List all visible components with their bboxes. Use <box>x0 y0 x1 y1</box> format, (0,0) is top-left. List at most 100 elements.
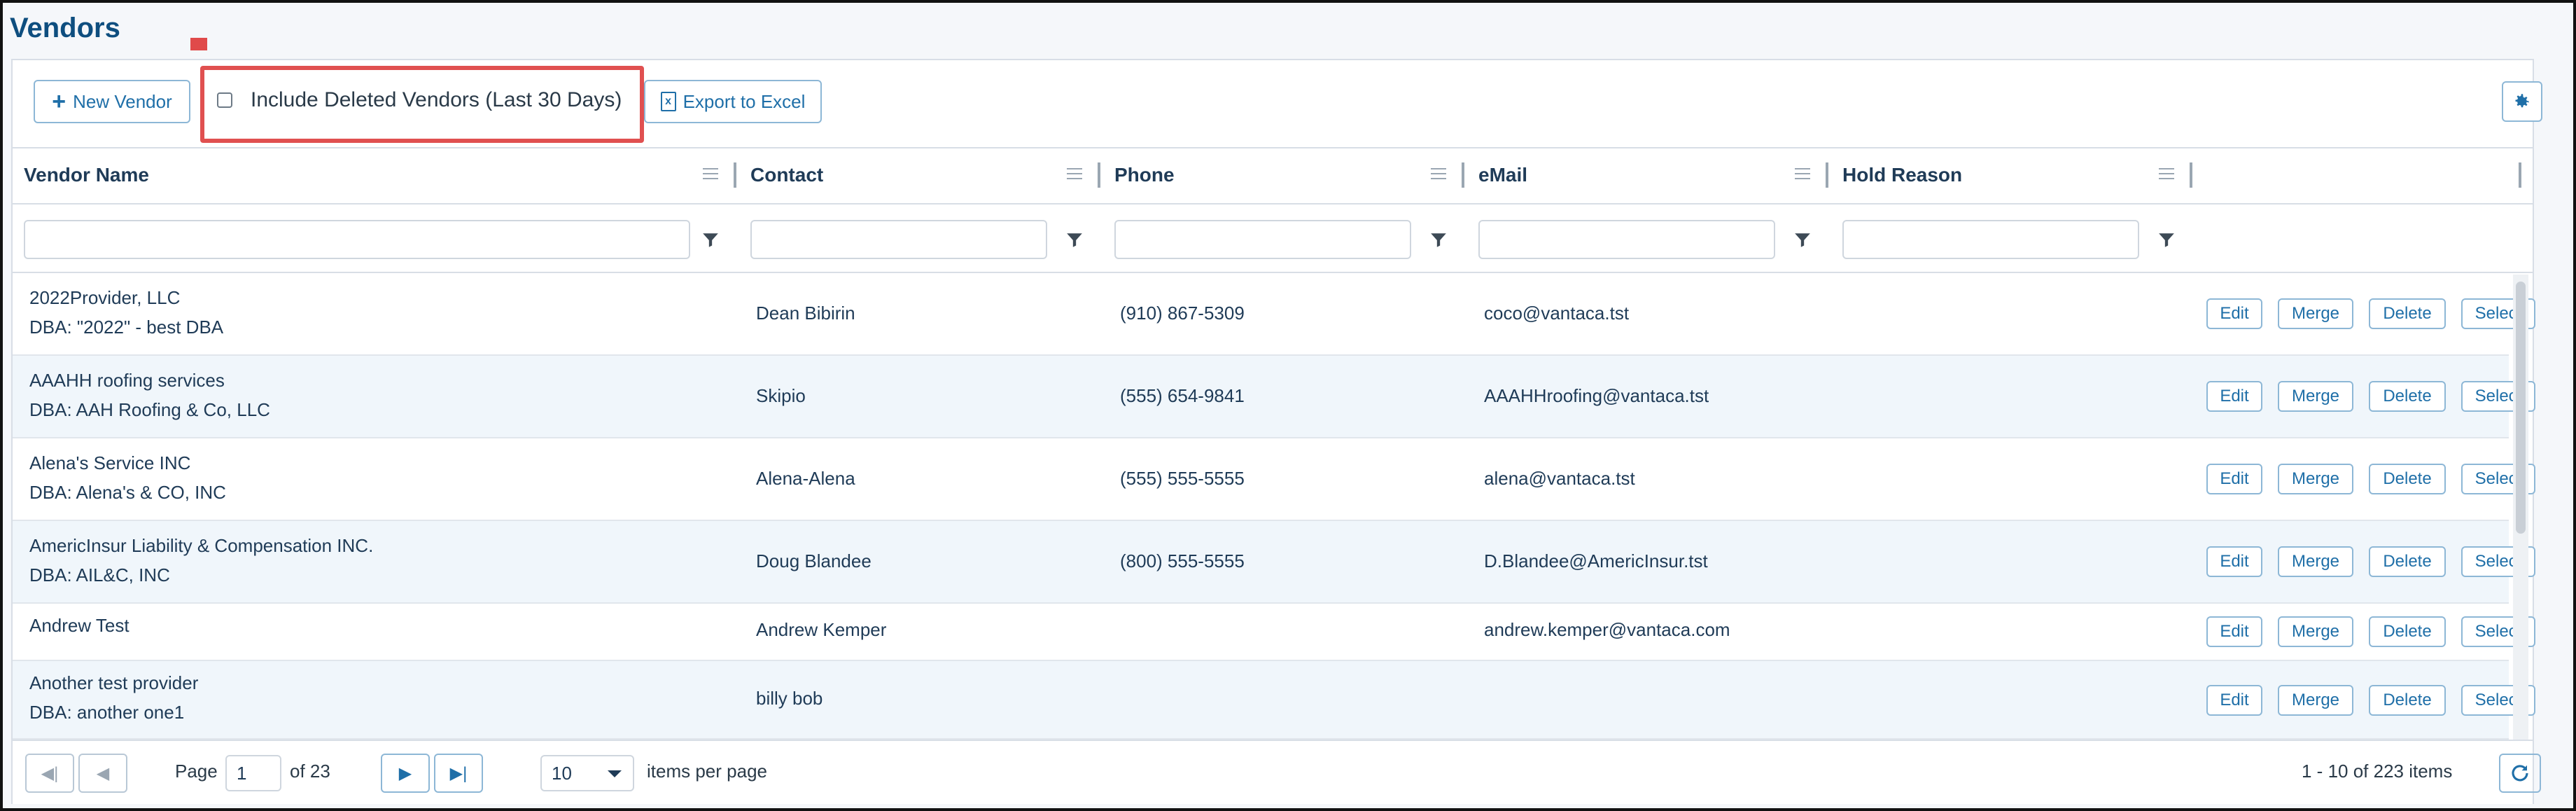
scrollbar-thumb[interactable] <box>2516 282 2526 534</box>
column-separator[interactable] <box>1462 162 1464 188</box>
menu-icon[interactable] <box>703 168 718 183</box>
filter-icon[interactable] <box>2157 231 2176 249</box>
delete-button[interactable]: Delete <box>2369 546 2446 577</box>
include-deleted-toggle[interactable]: Include Deleted Vendors (Last 30 Days) <box>217 88 622 112</box>
export-to-excel-button[interactable]: x Export to Excel <box>644 80 822 123</box>
column-header-phone[interactable]: Phone <box>1114 147 1175 203</box>
excel-icon: x <box>660 92 676 111</box>
merge-button[interactable]: Merge <box>2278 381 2353 412</box>
filter-icon[interactable] <box>1065 231 1084 249</box>
column-separator[interactable] <box>734 162 736 188</box>
hold-reason-filter-input[interactable] <box>1842 220 2139 259</box>
page-number-input[interactable]: 1 <box>225 755 281 791</box>
items-per-page-label: items per page <box>647 761 767 782</box>
filter-icon[interactable] <box>701 231 720 249</box>
edit-button[interactable]: Edit <box>2206 616 2262 647</box>
contact-cell: Skipio <box>756 385 806 406</box>
vendor-name: Alena's Service INC <box>29 452 191 473</box>
merge-button[interactable]: Merge <box>2278 685 2353 716</box>
table-row[interactable]: Andrew Test Andrew Kemper andrew.kemper@… <box>13 604 2535 661</box>
menu-icon[interactable] <box>1067 168 1082 183</box>
merge-button[interactable]: Merge <box>2278 616 2353 647</box>
prev-page-icon: ◀ <box>96 763 110 783</box>
vendor-name: Andrew Test <box>29 615 130 636</box>
pager: ◀​| ◀ Page 1 of 23 ▶ ▶| 10 items per pag… <box>13 740 2541 804</box>
vendor-name-cell: Andrew Test <box>29 611 130 640</box>
refresh-icon <box>2512 765 2528 782</box>
phone-cell: (555) 555-5555 <box>1120 468 1245 489</box>
vendor-name-cell: 2022Provider, LLC DBA: "2022" - best DBA <box>29 283 223 342</box>
column-header-hold-reason[interactable]: Hold Reason <box>1842 147 1962 203</box>
column-separator[interactable] <box>1826 162 1828 188</box>
page-title: Vendors <box>10 13 120 43</box>
grid-header: Vendor Name Contact Phone eMail Hold Rea… <box>13 147 2533 205</box>
column-header-email[interactable]: eMail <box>1478 147 1527 203</box>
vendor-name: Another test provider <box>29 672 199 693</box>
last-page-icon: ▶| <box>449 763 468 783</box>
column-header-vendor-name[interactable]: Vendor Name <box>24 147 149 203</box>
vendor-name-cell: Another test provider DBA: another one1 <box>29 668 198 727</box>
menu-icon[interactable] <box>1431 168 1446 183</box>
vendor-dba: DBA: another one1 <box>29 702 185 723</box>
filter-icon[interactable] <box>1793 231 1812 249</box>
merge-button[interactable]: Merge <box>2278 298 2353 329</box>
phone-cell: (800) 555-5555 <box>1120 550 1245 571</box>
table-row[interactable]: AmericInsur Liability & Compensation INC… <box>13 521 2535 604</box>
table-row[interactable]: Another test provider DBA: another one1 … <box>13 661 2535 740</box>
export-label: Export to Excel <box>682 90 806 112</box>
vendor-dba: DBA: Alena's & CO, INC <box>29 482 226 503</box>
app-frame: Vendors + New Vendor Include Deleted Ven… <box>0 0 2576 811</box>
contact-cell: billy bob <box>756 688 823 709</box>
column-separator[interactable] <box>1098 162 1100 188</box>
email-cell: coco@vantaca.tst <box>1484 303 1630 324</box>
contact-filter-input[interactable] <box>750 220 1047 259</box>
contact-cell: Andrew Kemper <box>756 619 887 640</box>
new-vendor-label: New Vendor <box>73 90 172 112</box>
edit-button[interactable]: Edit <box>2206 546 2262 577</box>
edit-button[interactable]: Edit <box>2206 298 2262 329</box>
menu-icon[interactable] <box>2159 168 2174 183</box>
include-deleted-checkbox[interactable] <box>217 92 232 108</box>
delete-button[interactable]: Delete <box>2369 298 2446 329</box>
contact-cell: Alena-Alena <box>756 468 855 489</box>
menu-icon[interactable] <box>1795 168 1810 183</box>
settings-button[interactable] <box>2502 81 2542 122</box>
email-filter-input[interactable] <box>1478 220 1775 259</box>
contact-cell: Dean Bibirin <box>756 303 855 324</box>
table-row[interactable]: Alena's Service INC DBA: Alena's & CO, I… <box>13 438 2535 521</box>
table-row[interactable]: AAAHH roofing services DBA: AAH Roofing … <box>13 356 2535 438</box>
new-vendor-button[interactable]: + New Vendor <box>34 80 190 123</box>
next-page-button[interactable]: ▶ <box>381 754 430 793</box>
prev-page-button[interactable]: ◀ <box>78 754 127 793</box>
edit-button[interactable]: Edit <box>2206 464 2262 494</box>
page-count: of 23 <box>290 761 330 782</box>
toolbar: + New Vendor Include Deleted Vendors (La… <box>13 60 2542 148</box>
page-label: Page <box>175 761 218 782</box>
delete-button[interactable]: Delete <box>2369 616 2446 647</box>
vendor-name: AmericInsur Liability & Compensation INC… <box>29 535 374 556</box>
last-page-button[interactable]: ▶| <box>434 754 483 793</box>
column-header-contact[interactable]: Contact <box>750 147 823 203</box>
filter-row <box>13 205 2533 273</box>
refresh-button[interactable] <box>2499 754 2541 793</box>
vendor-dba: DBA: AIL&C, INC <box>29 564 170 585</box>
delete-button[interactable]: Delete <box>2369 381 2446 412</box>
vendor-name-filter-input[interactable] <box>24 220 690 259</box>
phone-filter-input[interactable] <box>1114 220 1411 259</box>
first-page-button[interactable]: ◀​| <box>25 754 74 793</box>
table-row[interactable]: 2022Provider, LLC DBA: "2022" - best DBA… <box>13 273 2535 356</box>
delete-button[interactable]: Delete <box>2369 464 2446 494</box>
column-separator[interactable] <box>2190 162 2192 188</box>
filter-icon[interactable] <box>1429 231 1448 249</box>
vendor-name-cell: Alena's Service INC DBA: Alena's & CO, I… <box>29 448 226 507</box>
delete-button[interactable]: Delete <box>2369 685 2446 716</box>
vertical-scrollbar[interactable] <box>2513 275 2528 797</box>
merge-button[interactable]: Merge <box>2278 546 2353 577</box>
include-deleted-label: Include Deleted Vendors (Last 30 Days) <box>251 88 622 111</box>
page-size-select[interactable]: 10 <box>540 755 634 791</box>
page-size-value: 10 <box>552 762 572 784</box>
edit-button[interactable]: Edit <box>2206 381 2262 412</box>
first-page-icon: ◀​| <box>41 763 59 783</box>
merge-button[interactable]: Merge <box>2278 464 2353 494</box>
edit-button[interactable]: Edit <box>2206 685 2262 716</box>
